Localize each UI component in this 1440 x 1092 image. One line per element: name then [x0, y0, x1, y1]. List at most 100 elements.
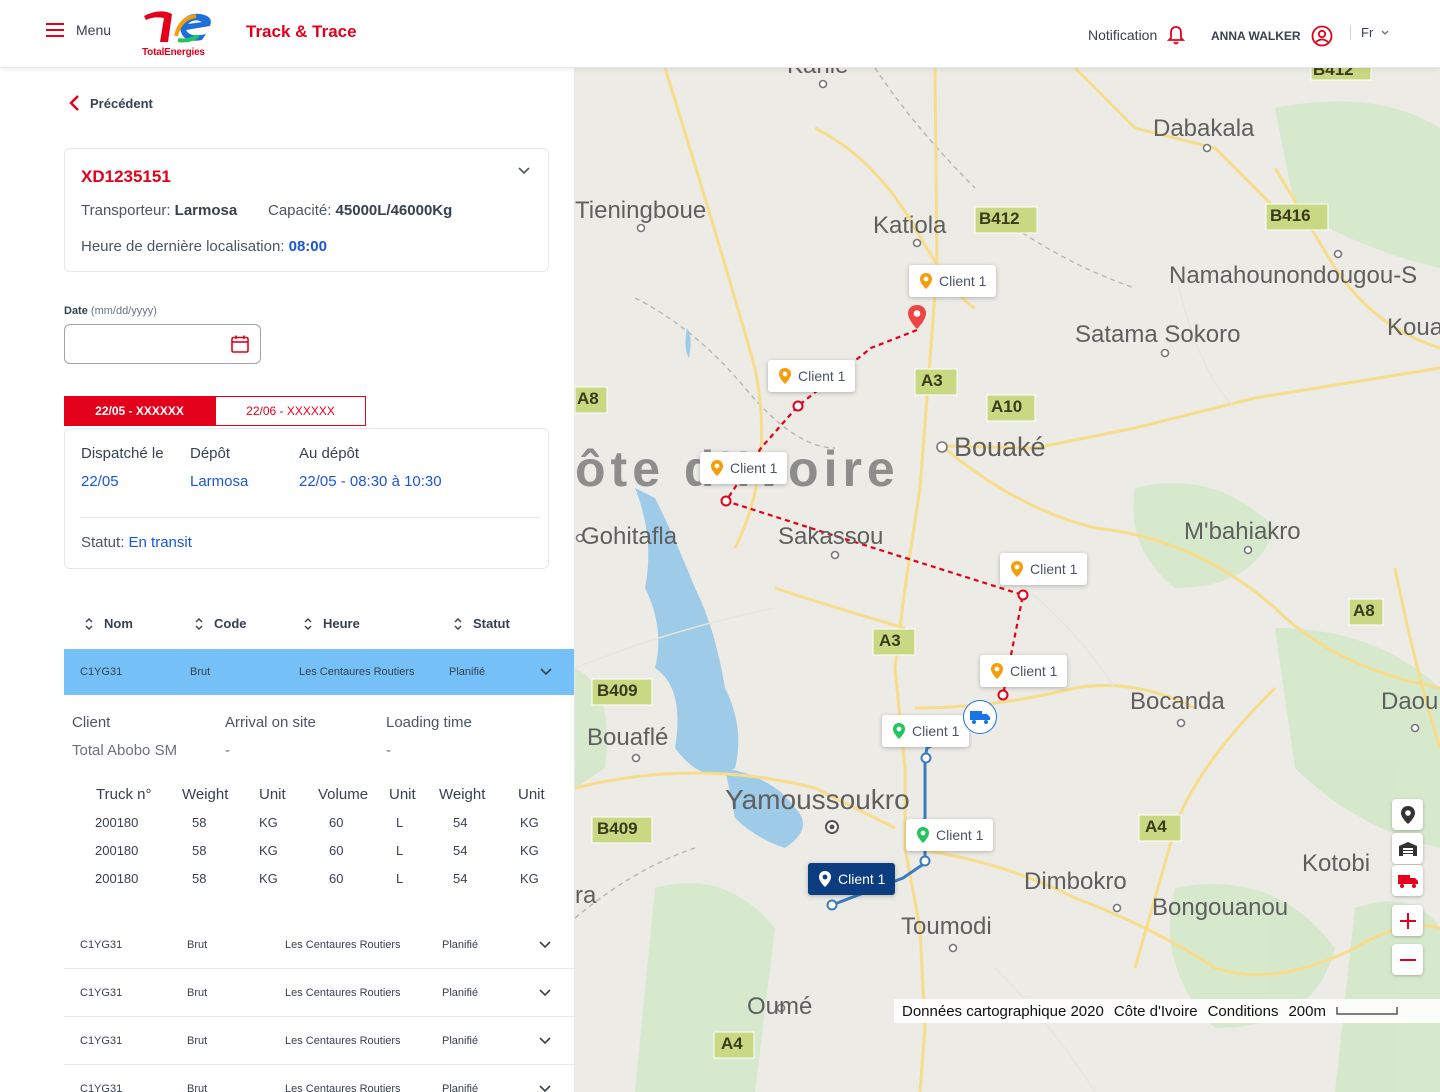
- attribution-country: Côte d'Ivoire: [1113, 1002, 1198, 1020]
- row-nom: C1YG31: [80, 939, 123, 951]
- table-row[interactable]: C1YG31 Brut Les Centaures Routiers Plani…: [64, 1065, 574, 1092]
- truck-cell: 60: [329, 815, 344, 830]
- warehouse-icon: [1398, 841, 1417, 856]
- client-marker[interactable]: Client 1: [909, 265, 997, 297]
- client-value: Total Abobo SM: [72, 742, 178, 759]
- attribution-conditions[interactable]: Conditions: [1208, 1003, 1279, 1020]
- place-label: Kotobi: [1302, 850, 1371, 877]
- date-field-label: Date (mm/dd/yyyy): [64, 305, 157, 317]
- map-pin-filter-button[interactable]: [1392, 799, 1423, 830]
- row-code: Brut: [190, 666, 211, 678]
- collapse-chevron-icon[interactable]: [540, 668, 552, 676]
- row-heure: Les Centaures Routiers: [299, 666, 415, 678]
- client-marker[interactable]: Client 1: [906, 819, 994, 851]
- header-statut: Statut: [473, 616, 510, 631]
- zoom-in-button[interactable]: [1392, 905, 1423, 936]
- tab-date-2[interactable]: 22/06 - XXXXXX: [215, 396, 366, 426]
- at-depot-label: Au dépôt: [299, 445, 360, 462]
- date-input[interactable]: [65, 325, 215, 363]
- client-marker-selected[interactable]: Client 1: [808, 863, 896, 895]
- table-row[interactable]: C1YG31 Brut Les Centaures Routiers Plani…: [64, 921, 574, 969]
- truck-icon: [1397, 874, 1418, 888]
- calendar-icon[interactable]: [230, 334, 250, 354]
- sort-statut[interactable]: Statut: [453, 616, 510, 631]
- arrival-value: -: [225, 742, 230, 759]
- table-row[interactable]: C1YG31 Brut Les Centaures Routiers Plani…: [64, 969, 574, 1017]
- sort-nom[interactable]: Nom: [84, 616, 133, 631]
- chevron-down-icon[interactable]: [539, 941, 551, 949]
- truck-cell: KG: [520, 815, 539, 830]
- road-label: B409: [597, 681, 638, 700]
- row-code: Brut: [187, 1035, 208, 1047]
- arrival-label: Arrival on site: [225, 714, 316, 731]
- back-label: Précédent: [90, 95, 153, 111]
- dispatch-card: Dispatché le Dépôt Au dépôt 22/05 Larmos…: [64, 428, 549, 569]
- green-pin-icon: [917, 827, 929, 843]
- truck-cell: KG: [259, 871, 278, 886]
- client-marker-label: Client 1: [936, 827, 984, 843]
- zoom-out-button[interactable]: [1392, 944, 1423, 975]
- truck-cell: 58: [192, 871, 207, 886]
- plus-icon: [1399, 912, 1416, 929]
- row-heure: Les Centaures Routiers: [285, 1083, 401, 1092]
- row-heure: Les Centaures Routiers: [285, 1035, 401, 1047]
- client-marker[interactable]: Client 1: [768, 360, 856, 392]
- map-truck-filter-button[interactable]: [1392, 865, 1423, 896]
- client-marker-label: Client 1: [912, 723, 960, 739]
- table-row-selected[interactable]: C1YG31 Brut Les Centaures Routiers Plani…: [64, 649, 574, 695]
- top-bar: Menu TotalEnergies Track & Trace Notific…: [0, 0, 1440, 68]
- table-row[interactable]: C1YG31 Brut Les Centaures Routiers Plani…: [64, 1017, 574, 1065]
- orange-pin-icon: [779, 368, 791, 384]
- user-avatar-icon: [1311, 25, 1332, 47]
- road-label: A4: [721, 1034, 743, 1053]
- client-marker[interactable]: Client 1: [882, 715, 970, 747]
- chevron-down-icon[interactable]: [539, 1037, 551, 1045]
- loading-value: -: [386, 742, 391, 759]
- place-label: Yamoussoukro: [725, 784, 910, 815]
- language-select[interactable]: Fr: [1350, 25, 1389, 40]
- road-label: A8: [577, 389, 599, 408]
- truck-cell: 54: [453, 843, 468, 858]
- truck-cell: KG: [520, 843, 539, 858]
- client-marker[interactable]: Client 1: [700, 452, 788, 484]
- row-nom: C1YG31: [80, 666, 123, 678]
- road-label: B409: [597, 819, 638, 838]
- truck-cell: KG: [259, 843, 278, 858]
- status-line: Statut: En transit: [81, 534, 192, 551]
- row-code: Brut: [187, 987, 208, 999]
- place-label: Bongouanou: [1152, 894, 1289, 921]
- client-marker[interactable]: Client 1: [980, 655, 1068, 687]
- notification-label: Notification: [1088, 27, 1158, 43]
- chevron-down-icon[interactable]: [539, 989, 551, 997]
- place-label: Oumé: [747, 993, 813, 1020]
- client-marker[interactable]: Client 1: [1000, 553, 1088, 585]
- capacity-value: 45000L/46000Kg: [335, 202, 453, 219]
- truck-cell: 60: [329, 843, 344, 858]
- truck-cell: 60: [329, 871, 344, 886]
- truck-position-marker[interactable]: [963, 700, 997, 734]
- sort-heure[interactable]: Heure: [303, 616, 360, 631]
- destination-pin-icon[interactable]: [907, 304, 927, 330]
- expand-chevron-icon[interactable]: [518, 167, 530, 175]
- tab-date-1[interactable]: 22/05 - XXXXXX: [64, 396, 215, 426]
- carrier-info: Transporteur: Larmosa: [81, 202, 237, 219]
- truck-cell: 58: [192, 843, 207, 858]
- place-label: Namahounondougou-S: [1169, 262, 1418, 289]
- notification-button[interactable]: Notification: [1088, 25, 1186, 45]
- row-statut: Planifié: [442, 939, 479, 951]
- chevron-down-icon[interactable]: [539, 1085, 551, 1092]
- sort-code[interactable]: Code: [194, 616, 247, 631]
- place-label: Bouaké: [954, 432, 1046, 462]
- brand-logo[interactable]: TotalEnergies: [140, 6, 220, 62]
- user-menu[interactable]: ANNA WALKER: [1211, 25, 1333, 47]
- map-view[interactable]: Kaniè B412 Dabakala Tieningboue Katiola …: [575, 68, 1440, 1092]
- attribution-data: Données cartographique 2020: [902, 1002, 1104, 1020]
- shipment-panel: Précédent XD1235151 Transporteur: Larmos…: [0, 68, 575, 1092]
- header-nom: Nom: [104, 616, 133, 631]
- back-button[interactable]: Précédent: [68, 94, 153, 112]
- minus-icon: [1399, 958, 1416, 961]
- truck-cell: L: [396, 815, 404, 830]
- menu-button[interactable]: Menu: [46, 22, 111, 38]
- map-depot-filter-button[interactable]: [1392, 833, 1423, 864]
- date-field[interactable]: [64, 324, 261, 364]
